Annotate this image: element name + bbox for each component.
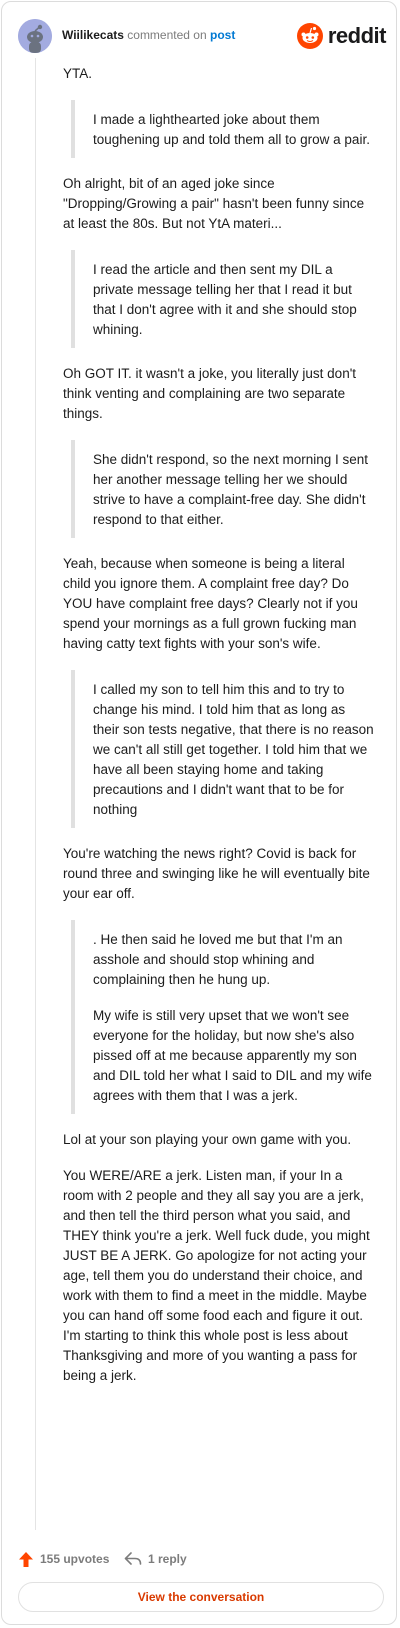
blockquote: I made a lighthearted joke about them to… — [71, 100, 375, 158]
quote-paragraph: . He then said he loved me but that I'm … — [93, 932, 343, 987]
comment-paragraph: Oh GOT IT. it wasn't a joke, you literal… — [63, 366, 357, 421]
comment-paragraph: YTA. — [63, 66, 93, 81]
comment-paragraph: Lol at your son playing your own game wi… — [63, 1132, 352, 1147]
post-link[interactable]: post — [210, 28, 235, 42]
upvote-button[interactable]: 155 upvotes — [18, 1547, 109, 1571]
comment-paragraph: Yeah, because when someone is being a li… — [63, 556, 358, 651]
avatar[interactable] — [18, 19, 52, 53]
reply-arrow-icon — [124, 1552, 142, 1565]
quote-paragraph: I made a lighthearted joke about them to… — [93, 112, 370, 147]
quote-paragraph: She didn't respond, so the next morning … — [93, 452, 368, 527]
comment-paragraph: Oh alright, bit of an aged joke since "D… — [63, 176, 365, 231]
blockquote: I read the article and then sent my DIL … — [71, 250, 375, 348]
action-text: commented on — [127, 28, 207, 42]
view-conversation-button[interactable]: View the conversation — [18, 1582, 384, 1612]
comment-body: YTA. I made a lighthearted joke about the… — [63, 64, 375, 1402]
comment-meta: Wiilikecats commented on post — [62, 27, 235, 43]
comment-card: Wiilikecats commented on post reddit YTA… — [1, 1, 397, 1625]
upvote-arrow-icon — [19, 1551, 33, 1567]
reddit-snoo-icon — [296, 23, 323, 49]
upvote-count: 155 upvotes — [40, 1552, 110, 1566]
username-link[interactable]: Wiilikecats — [62, 28, 124, 42]
blockquote: . He then said he loved me but that I'm … — [71, 920, 375, 1114]
comment-footer: 155 upvotes 1 reply — [18, 1547, 386, 1571]
comment-paragraph: You're watching the news right? Covid is… — [63, 846, 370, 901]
thread-line[interactable] — [35, 58, 36, 1530]
quote-paragraph: I called my son to tell him this and to … — [93, 682, 374, 817]
reddit-logo[interactable]: reddit — [296, 21, 387, 51]
quote-paragraph: I read the article and then sent my DIL … — [93, 262, 357, 337]
reddit-wordmark: reddit — [327, 23, 387, 48]
snoo-avatar-icon — [18, 19, 52, 53]
comment-header: Wiilikecats commented on post reddit — [18, 19, 387, 53]
quote-paragraph: My wife is still very upset that we won'… — [93, 1008, 372, 1103]
blockquote: I called my son to tell him this and to … — [71, 670, 375, 828]
comment-paragraph: You WERE/ARE a jerk. Listen man, if your… — [63, 1168, 370, 1383]
reply-count: 1 reply — [148, 1552, 187, 1566]
reply-button[interactable]: 1 reply — [124, 1547, 187, 1571]
blockquote: She didn't respond, so the next morning … — [71, 440, 375, 538]
